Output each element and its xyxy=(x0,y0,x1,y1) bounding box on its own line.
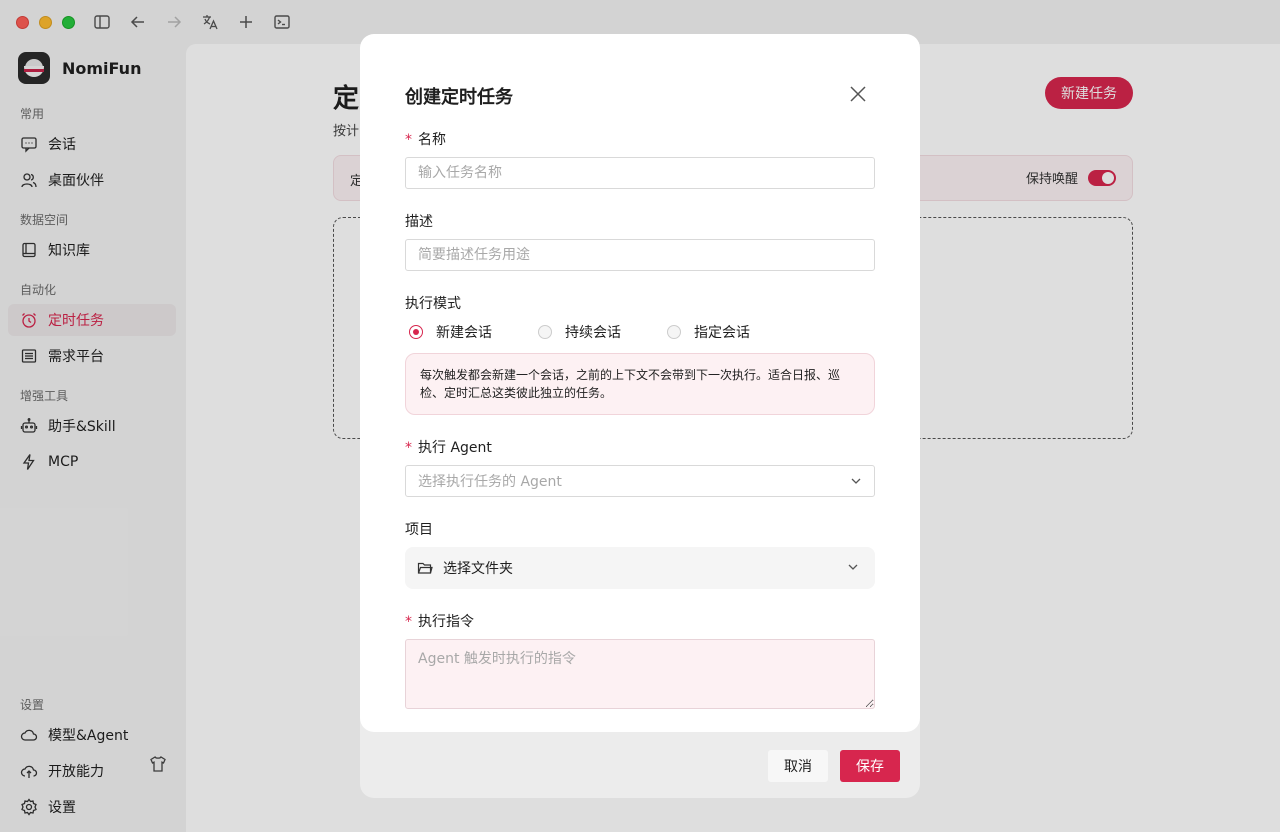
agent-label: * 执行 Agent xyxy=(405,440,492,456)
instruction-label: * 执行指令 xyxy=(405,614,474,630)
mode-hint: 每次触发都会新建一个会话，之前的上下文不会带到下一次执行。适合日报、巡检、定时汇… xyxy=(405,353,875,415)
radio-dot xyxy=(667,325,681,339)
mode-option-new-session[interactable]: 新建会话 xyxy=(409,322,492,342)
instruction-textarea[interactable] xyxy=(405,639,875,709)
save-button[interactable]: 保存 xyxy=(840,750,900,782)
folder-select-placeholder: 选择文件夹 xyxy=(443,561,513,577)
description-input[interactable] xyxy=(405,239,875,271)
dialog-body: 创建定时任务 *名称 描述 执行模式 新建会话 持续会话 指定会话 每次触发都会… xyxy=(360,34,920,732)
radio-dot xyxy=(538,325,552,339)
radio-dot xyxy=(409,325,423,339)
folder-select[interactable]: 选择文件夹 xyxy=(405,547,875,589)
mode-option-specified-session[interactable]: 指定会话 xyxy=(667,322,750,342)
name-label: * 名称 xyxy=(405,132,446,148)
agent-select-placeholder: 选择执行任务的 Agent xyxy=(418,474,562,490)
name-input[interactable] xyxy=(405,157,875,189)
mode-label: 执行模式 xyxy=(405,296,461,312)
chevron-down-icon xyxy=(847,561,859,573)
folder-icon xyxy=(417,560,433,576)
mode-option-continuous-session[interactable]: 持续会话 xyxy=(538,322,621,342)
required-mark: * xyxy=(405,614,412,630)
project-label: 项目 xyxy=(405,522,433,538)
required-mark: * xyxy=(405,132,412,148)
dialog-title: 创建定时任务 xyxy=(405,87,513,108)
create-task-dialog: 创建定时任务 *名称 描述 执行模式 新建会话 持续会话 指定会话 每次触发都会… xyxy=(360,34,920,798)
mode-radio-group: 新建会话 持续会话 指定会话 xyxy=(409,322,796,342)
agent-select[interactable]: 选择执行任务的 Agent xyxy=(405,465,875,497)
description-label: 描述 xyxy=(405,214,433,230)
required-mark: * xyxy=(405,440,412,456)
chevron-down-icon xyxy=(850,475,862,487)
close-icon[interactable] xyxy=(848,84,868,104)
cancel-button[interactable]: 取消 xyxy=(768,750,828,782)
